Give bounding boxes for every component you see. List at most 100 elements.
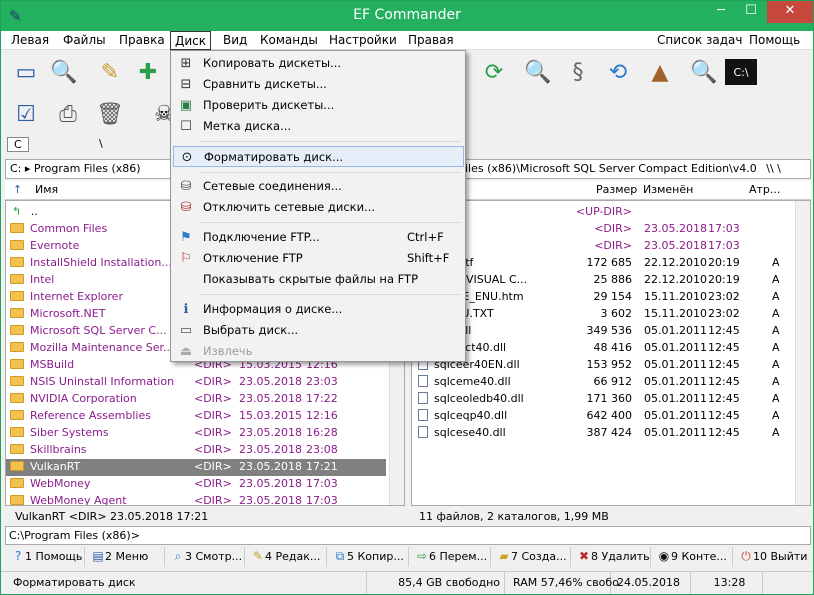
list-item[interactable]: T_ENU.TXT3 60215.11.201023:02A [412, 306, 792, 323]
menu-right[interactable]: Правая [404, 33, 458, 49]
file-name: VulkanRT [30, 460, 81, 473]
f9-context-button[interactable]: ◉ 9 Конте... [653, 547, 733, 567]
col-modified[interactable]: Изменён [643, 181, 693, 199]
minimize-button[interactable]: ─ [707, 1, 735, 23]
list-item[interactable]: sqlceme40.dll 66 912 05.01.2011 12:45 A [412, 374, 792, 391]
pyramid-icon[interactable]: ▲ [643, 55, 677, 89]
list-item[interactable]: SOFT VISUAL C... 25 886 22.12.2010 20:19 A [412, 272, 792, 289]
menu-edit[interactable]: Правка [115, 33, 169, 49]
right-scrollbar[interactable] [795, 201, 810, 505]
right-file-panel[interactable]: <UP-DIR>p<DIR>23.05.201817:03<DIR>23.05.… [411, 200, 811, 506]
f8-delete-button[interactable]: ✖ 8 Удалить [573, 547, 651, 567]
file-time: 17:03 [306, 477, 338, 490]
right-path-bar[interactable]: rogram Files (x86)\Microsoft SQL Server … [411, 159, 811, 179]
f7-create-button[interactable]: ▰ 7 Созда... [493, 547, 571, 567]
menu-separator [199, 172, 461, 173]
menu-item-disconnect-network[interactable]: ⛁ Отключить сетевые диски... [173, 197, 463, 218]
list-item[interactable]: Skillbrains <DIR> 23.05.2018 23:08 [6, 442, 386, 459]
menu-item-ftp-disconnect[interactable]: ⚐ Отключение FTP Shift+F [173, 248, 463, 269]
menu-help[interactable]: Помощь [745, 33, 804, 49]
f1-help-button[interactable]: ? 1 Помощь [7, 547, 85, 567]
f3-view-button[interactable]: ⌕ 3 Смотр... [167, 547, 245, 567]
new-file-icon[interactable]: ✚ [131, 55, 165, 89]
split-icon[interactable]: § [561, 55, 595, 89]
maximize-button[interactable]: ☐ [737, 1, 765, 23]
list-item[interactable]: NVIDIA Corporation <DIR> 23.05.2018 17:22 [6, 391, 386, 408]
f6-move-button[interactable]: ⇨ 6 Перем... [411, 547, 491, 567]
edit-icon[interactable]: ✎ [93, 55, 127, 89]
col-attributes[interactable]: Атр... [749, 181, 780, 199]
refresh-icon[interactable]: ⟲ [601, 55, 635, 89]
menu-files[interactable]: Файлы [59, 33, 110, 49]
list-item[interactable]: Reference Assemblies <DIR> 15.03.2015 12:16 [6, 408, 386, 425]
col-name[interactable]: Имя [35, 181, 58, 199]
find-icon[interactable]: 🔍 [521, 55, 555, 89]
view-icon[interactable]: 🔍 [47, 55, 81, 89]
file-date: 22.12.2010 [644, 273, 707, 286]
f5-copy-button[interactable]: ⧉ 5 Копир... [329, 547, 409, 567]
file-name: sqlceoledb40.dll [434, 392, 524, 405]
menu-item-disk-info[interactable]: ℹ Информация о диске... [173, 299, 463, 320]
search-icon[interactable]: 🔍 [687, 55, 721, 89]
printer-icon[interactable]: ⎙ [51, 97, 85, 131]
list-item[interactable]: Siber Systems <DIR> 23.05.2018 16:28 [6, 425, 386, 442]
list-item[interactable]: VulkanRT <DIR> 23.05.2018 17:21 [6, 459, 386, 476]
menu-item-disk-label[interactable]: ☐ Метка диска... [173, 116, 463, 137]
list-item[interactable]: <DIR> 23.05.2018 17:03 [412, 238, 792, 255]
list-item[interactable]: sqlcese40.dll 387 424 05.01.2011 12:45 A [412, 425, 792, 442]
file-icon [418, 426, 428, 438]
file-date: 23.05.2018 [239, 375, 302, 388]
list-item[interactable]: sqlceer40EN.dll 153 952 05.01.2011 12:45 A [412, 357, 792, 374]
f10-exit-button[interactable]: ⏻ 10 Выйти [735, 547, 811, 567]
info-icon: ℹ [183, 302, 189, 317]
sort-up-icon: ↑ [13, 183, 23, 196]
drive-network-button[interactable]: \ [93, 137, 109, 150]
file-icon [418, 392, 428, 404]
menu-item-check-floppies[interactable]: ▣ Проверить дискеты... [173, 95, 463, 116]
close-button[interactable]: ✕ [767, 1, 813, 23]
floppy-check-icon: ▣ [179, 98, 193, 113]
menu-item-format-disk[interactable]: ⊙ Форматировать диск... [173, 146, 464, 167]
folder-icon [10, 359, 24, 369]
floppy-compare-icon: ⊟ [180, 77, 192, 92]
menu-item-show-hidden-ftp[interactable]: Показывать скрытые файлы на FTP [173, 269, 463, 290]
file-attr: A [772, 307, 780, 320]
list-item[interactable]: WebMoney Agent <DIR> 23.05.2018 17:03 [6, 493, 386, 505]
f2-menu-button[interactable]: ▤2 Меню [87, 547, 165, 567]
menu-view[interactable]: Вид [219, 33, 251, 49]
menu-item-eject[interactable]: ⏏ Извлечь [173, 341, 463, 362]
console-icon[interactable]: C:\ [725, 59, 757, 85]
list-item[interactable]: e40.dll349 53605.01.201112:45A [412, 323, 792, 340]
menu-item-network-connections[interactable]: ⛁ Сетевые соединения... [173, 176, 463, 197]
list-item[interactable]: eSSCE_ENU.htm 29 154 15.11.2010 23:02 A [412, 289, 792, 306]
menu-settings[interactable]: Настройки [325, 33, 401, 49]
menu-item-compare-floppies[interactable]: ⊟ Сравнить дискеты... [173, 74, 463, 95]
menu-left[interactable]: Левая [7, 33, 53, 49]
list-item[interactable]: NSIS Uninstall Information <DIR> 23.05.201… [6, 374, 386, 391]
network-drive-icon: ⛁ [180, 179, 192, 194]
recycle-bin-icon[interactable]: 🗑 [93, 97, 127, 131]
list-item[interactable]: sqlceqp40.dll 642 400 05.01.2011 12:45 A [412, 408, 792, 425]
menu-item-select-disk[interactable]: ▭ Выбрать диск... [173, 320, 463, 341]
sync-icon[interactable]: ⟳ [477, 55, 511, 89]
menu-task-list[interactable]: Список задач [653, 33, 747, 49]
col-size[interactable]: Размер [596, 181, 637, 199]
menu-disk[interactable]: Диск [170, 31, 212, 50]
menu-commands[interactable]: Команды [256, 33, 322, 49]
list-item[interactable]: p<DIR>23.05.201817:03 [412, 221, 792, 238]
file-date: 05.01.2011 [644, 426, 707, 439]
list-item[interactable]: WebMoney <DIR> 23.05.2018 17:03 [6, 476, 386, 493]
checklist-icon[interactable]: ☑ [9, 97, 43, 131]
list-item[interactable]: ENU.rtf172 68522.12.201020:19A [412, 255, 792, 272]
move-icon: ⇨ [416, 549, 428, 563]
menu-item-copy-floppies[interactable]: ⊞ Копировать дискеты... [173, 53, 463, 74]
menu-item-ftp-connect[interactable]: ⚑ Подключение FTP... Ctrl+F [173, 227, 463, 248]
drive-c-button[interactable]: C [7, 137, 29, 152]
command-line-input[interactable]: C:\Program Files (x86)> [5, 526, 811, 545]
list-item[interactable]: <UP-DIR> [412, 204, 792, 221]
list-item[interactable]: ompact40.dll 48 416 05.01.2011 12:45 A [412, 340, 792, 357]
file-time: 12:45 [708, 375, 740, 388]
f4-edit-button[interactable]: ✎ 4 Редак... [247, 547, 327, 567]
drive-icon[interactable]: ▭ [9, 55, 43, 89]
list-item[interactable]: sqlceoledb40.dll 171 360 05.01.2011 12:45 A [412, 391, 792, 408]
